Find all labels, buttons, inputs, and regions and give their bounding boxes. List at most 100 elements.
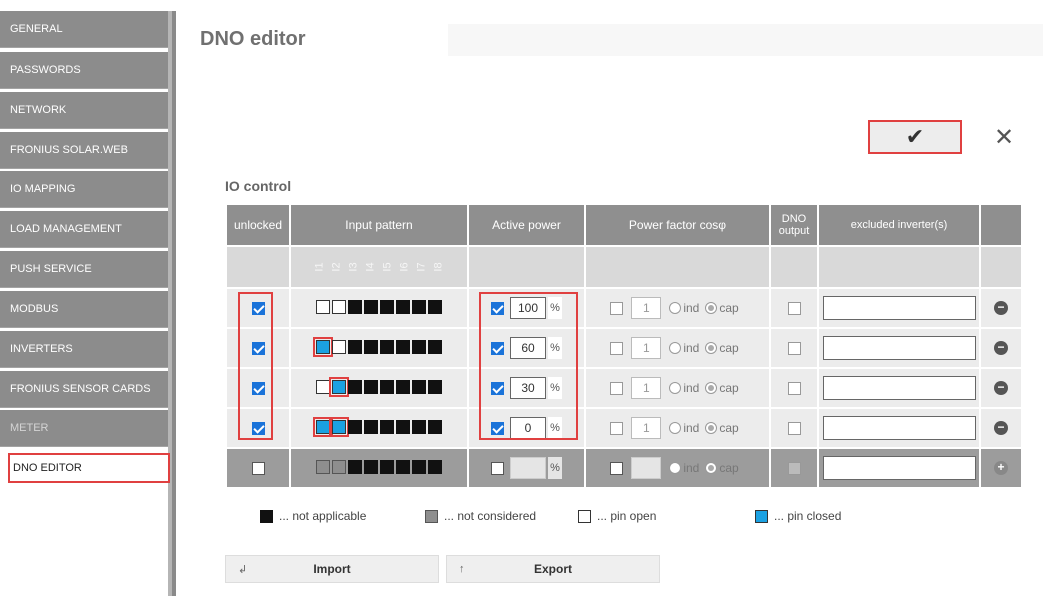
cap-radio[interactable] bbox=[705, 302, 718, 314]
power-factor-checkbox[interactable] bbox=[610, 341, 624, 355]
pin-na[interactable] bbox=[364, 379, 378, 394]
pin-na[interactable] bbox=[428, 459, 442, 474]
active-power-input[interactable]: 0 bbox=[510, 417, 546, 439]
power-factor-checkbox[interactable] bbox=[610, 421, 624, 435]
pin-na[interactable] bbox=[348, 299, 362, 314]
active-power-checkbox[interactable] bbox=[491, 461, 504, 475]
sidebar-item-io-mapping[interactable]: IO MAPPING bbox=[0, 171, 168, 208]
power-factor-input[interactable]: 1 bbox=[631, 337, 662, 359]
sidebar-item-network[interactable]: NETWORK bbox=[0, 92, 168, 129]
dno-output-checkbox[interactable] bbox=[787, 422, 801, 436]
pin-na[interactable] bbox=[412, 299, 426, 314]
pin-na[interactable] bbox=[380, 459, 394, 474]
ind-radio[interactable] bbox=[669, 302, 682, 314]
pin-na[interactable] bbox=[412, 459, 426, 474]
dno-output-checkbox[interactable] bbox=[787, 382, 801, 396]
pin-nc[interactable] bbox=[332, 459, 346, 474]
sidebar-item-sensor-cards[interactable]: FRONIUS SENSOR CARDS bbox=[0, 371, 168, 408]
ind-radio[interactable] bbox=[669, 462, 682, 474]
pin-na[interactable] bbox=[412, 379, 426, 394]
power-factor-input[interactable] bbox=[631, 457, 662, 479]
confirm-button[interactable]: ✔ bbox=[868, 120, 962, 154]
power-factor-input[interactable]: 1 bbox=[631, 297, 662, 319]
dno-output-checkbox[interactable] bbox=[787, 462, 801, 476]
sidebar-item-passwords[interactable]: PASSWORDS bbox=[0, 52, 168, 89]
unlocked-checkbox[interactable] bbox=[251, 342, 265, 356]
active-power-input[interactable]: 30 bbox=[510, 377, 546, 399]
pin-na[interactable] bbox=[380, 379, 394, 394]
dno-output-checkbox[interactable] bbox=[787, 302, 801, 316]
sidebar-item-meter[interactable]: METER bbox=[0, 410, 168, 447]
pin-open[interactable] bbox=[316, 299, 330, 314]
pin-na[interactable] bbox=[412, 419, 426, 434]
active-power-checkbox[interactable] bbox=[491, 301, 504, 315]
power-factor-checkbox[interactable] bbox=[610, 381, 624, 395]
unlocked-checkbox[interactable] bbox=[251, 462, 265, 476]
active-power-checkbox[interactable] bbox=[491, 381, 504, 395]
active-power-input[interactable]: 60 bbox=[510, 337, 546, 359]
active-power-input[interactable]: 100 bbox=[510, 297, 546, 319]
power-factor-input[interactable]: 1 bbox=[631, 377, 662, 399]
pin-na[interactable] bbox=[364, 419, 378, 434]
excluded-inverters-input[interactable] bbox=[822, 376, 976, 400]
pin-na[interactable] bbox=[380, 419, 394, 434]
cap-radio[interactable] bbox=[705, 422, 718, 434]
pin-na[interactable] bbox=[396, 339, 410, 354]
remove-row-button[interactable]: − bbox=[994, 381, 1008, 396]
pin-na[interactable] bbox=[380, 339, 394, 354]
cap-radio[interactable] bbox=[705, 462, 718, 474]
pin-closed[interactable] bbox=[313, 416, 333, 437]
excluded-inverters-input[interactable] bbox=[822, 296, 976, 320]
unlocked-checkbox[interactable] bbox=[251, 422, 265, 436]
ind-radio[interactable] bbox=[669, 342, 682, 354]
active-power-input[interactable] bbox=[510, 457, 546, 479]
unlocked-checkbox[interactable] bbox=[251, 302, 265, 316]
remove-row-button[interactable]: − bbox=[994, 341, 1008, 356]
excluded-inverters-input[interactable] bbox=[822, 456, 976, 480]
export-button[interactable]: ↑ Export bbox=[446, 555, 660, 583]
cancel-button[interactable]: ✕ bbox=[965, 120, 1043, 154]
pin-na[interactable] bbox=[396, 459, 410, 474]
import-button[interactable]: ↲ Import bbox=[225, 555, 439, 583]
cap-radio[interactable] bbox=[705, 382, 718, 394]
pin-na[interactable] bbox=[364, 339, 378, 354]
ind-radio[interactable] bbox=[669, 422, 682, 434]
pin-closed[interactable] bbox=[313, 336, 333, 357]
pin-na[interactable] bbox=[396, 379, 410, 394]
pin-na[interactable] bbox=[348, 459, 362, 474]
pin-nc[interactable] bbox=[316, 459, 330, 474]
excluded-inverters-input[interactable] bbox=[822, 336, 976, 360]
sidebar-item-push-service[interactable]: PUSH SERVICE bbox=[0, 251, 168, 288]
power-factor-checkbox[interactable] bbox=[610, 461, 624, 475]
add-row-button[interactable]: + bbox=[994, 461, 1008, 476]
excluded-inverters-input[interactable] bbox=[822, 416, 976, 440]
pin-na[interactable] bbox=[428, 299, 442, 314]
pin-na[interactable] bbox=[428, 339, 442, 354]
remove-row-button[interactable]: − bbox=[994, 301, 1008, 316]
pin-open[interactable] bbox=[316, 379, 330, 394]
pin-na[interactable] bbox=[380, 299, 394, 314]
pin-na[interactable] bbox=[428, 379, 442, 394]
pin-na[interactable] bbox=[396, 419, 410, 434]
dno-output-checkbox[interactable] bbox=[787, 342, 801, 356]
sidebar-item-load-management[interactable]: LOAD MANAGEMENT bbox=[0, 211, 168, 248]
pin-na[interactable] bbox=[412, 339, 426, 354]
sidebar-item-solar-web[interactable]: FRONIUS SOLAR.WEB bbox=[0, 132, 168, 169]
pin-open[interactable] bbox=[332, 299, 346, 314]
pin-na[interactable] bbox=[428, 419, 442, 434]
remove-row-button[interactable]: − bbox=[994, 421, 1008, 436]
ind-radio[interactable] bbox=[669, 382, 682, 394]
pin-na[interactable] bbox=[348, 339, 362, 354]
pin-na[interactable] bbox=[348, 379, 362, 394]
pin-closed[interactable] bbox=[329, 416, 349, 437]
power-factor-checkbox[interactable] bbox=[610, 301, 624, 315]
unlocked-checkbox[interactable] bbox=[251, 382, 265, 396]
pin-na[interactable] bbox=[396, 299, 410, 314]
sidebar-item-inverters[interactable]: INVERTERS bbox=[0, 331, 168, 368]
active-power-checkbox[interactable] bbox=[491, 341, 504, 355]
pin-closed[interactable] bbox=[329, 376, 349, 397]
active-power-checkbox[interactable] bbox=[491, 421, 504, 435]
sidebar-item-dno-editor[interactable]: DNO EDITOR bbox=[8, 453, 170, 483]
sidebar-item-modbus[interactable]: MODBUS bbox=[0, 291, 168, 328]
pin-na[interactable] bbox=[364, 299, 378, 314]
